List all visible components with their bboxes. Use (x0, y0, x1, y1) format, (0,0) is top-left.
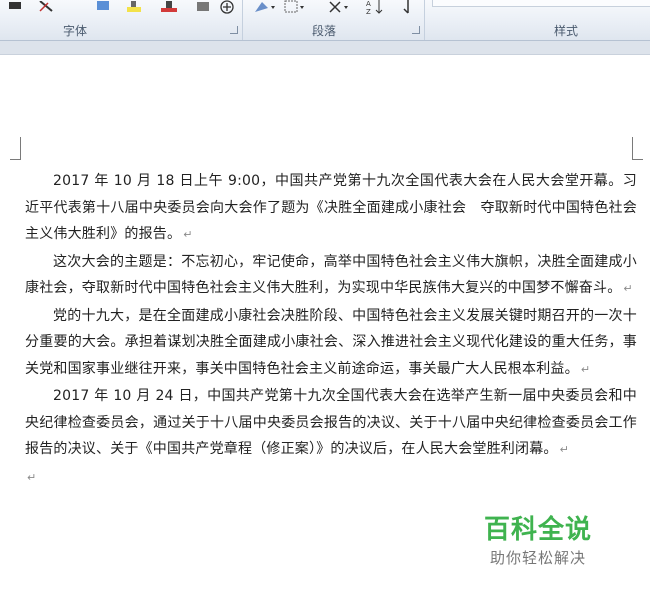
svg-text:A: A (366, 0, 371, 8)
group-label-paragraph: 段落 (312, 24, 337, 38)
borders-icon[interactable] (283, 0, 307, 14)
paragraph-text: 这次大会的主题是：不忘初心，牢记使命，高举中国特色社会主义伟大旗帜，决胜全面建成… (25, 253, 637, 297)
paragraph-text: 2017 年 10 月 24 日，中国共产党第十九次全国代表大会在选举产生新一届… (25, 388, 637, 457)
sort-icon[interactable]: AZ (365, 0, 385, 15)
paragraph[interactable]: 2017 年 10 月 24 日，中国共产党第十九次全国代表大会在选举产生新一届… (25, 383, 637, 464)
text-effect-icon[interactable] (95, 0, 111, 14)
document-body[interactable]: 2017 年 10 月 18 日上午 9:00，中国共产党第十九次全国代表大会在… (25, 168, 637, 490)
font-color-icon[interactable] (160, 0, 178, 14)
paragraph-dialog-launcher-icon[interactable] (412, 26, 420, 34)
paragraph-text: 党的十九大，是在全面建成小康社会决胜阶段、中国特色社会主义发展关键时期召开的一次… (25, 307, 637, 377)
font-dialog-launcher-icon[interactable] (230, 26, 238, 34)
ruler-band (0, 41, 650, 55)
shading-icon[interactable] (252, 0, 276, 14)
group-label-styles: 样式 (554, 24, 579, 38)
page-corner-mark-right (632, 137, 643, 160)
char-shading-icon[interactable] (196, 0, 210, 14)
highlight-icon[interactable] (126, 0, 142, 14)
paragraph-mark: ↵ (623, 282, 633, 295)
paragraph[interactable]: 2017 年 10 月 18 日上午 9:00，中国共产党第十九次全国代表大会在… (25, 168, 637, 249)
font-size-icon[interactable] (8, 0, 22, 14)
clear-format-icon[interactable] (38, 0, 54, 14)
page-corner-mark-left (10, 137, 21, 160)
paragraph-mark: ↵ (559, 443, 570, 456)
show-marks-icon[interactable] (400, 0, 416, 14)
watermark-title: 百科全说 (484, 515, 593, 545)
paragraph[interactable]: 党的十九大，是在全面建成小康社会决胜阶段、中国特色社会主义发展关键时期召开的一次… (25, 303, 637, 384)
watermark-logo: 百科全说 助你轻松解决 (470, 505, 620, 580)
ribbon: AZ 字体 段落 样式 (0, 0, 650, 41)
styles-gallery[interactable] (432, 0, 650, 7)
paragraph[interactable]: 这次大会的主题是：不忘初心，牢记使命，高举中国特色社会主义伟大旗帜，决胜全面建成… (25, 249, 637, 303)
paragraph-mark: ↵ (580, 362, 591, 376)
group-label-font: 字体 (63, 24, 88, 38)
chinese-layout-icon[interactable] (328, 0, 352, 14)
watermark-subtitle: 助你轻松解决 (490, 549, 587, 567)
paragraph-mark: ↵ (27, 470, 37, 484)
empty-paragraph[interactable]: ↵ (25, 464, 637, 490)
paragraph-text: 2017 年 10 月 18 日上午 9:00，中国共产党第十九次全国代表大会在… (25, 173, 637, 242)
paragraph-mark: ↵ (183, 228, 193, 241)
svg-text:Z: Z (366, 8, 371, 15)
enclose-char-icon[interactable] (219, 0, 235, 14)
